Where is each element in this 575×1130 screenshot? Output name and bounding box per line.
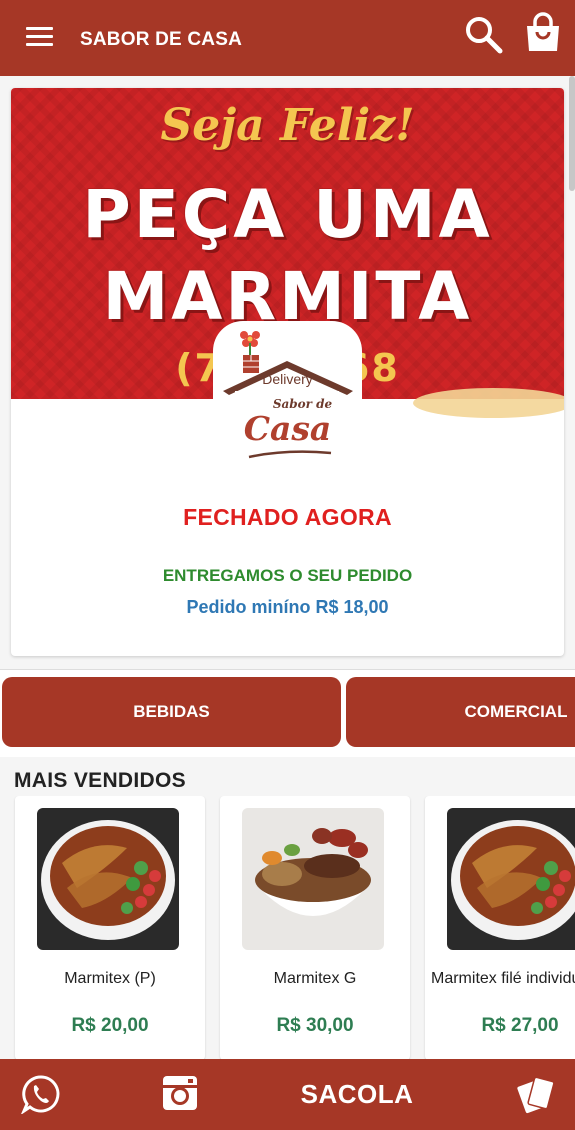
product-price: R$ 20,00: [71, 1015, 149, 1036]
cards-icon[interactable]: [513, 1073, 557, 1115]
shopping-bag-icon[interactable]: [524, 12, 562, 54]
product-card[interactable]: Marmitex filé individual R$ 27,00: [425, 796, 575, 1060]
product-name: Marmitex (P): [64, 970, 156, 987]
sacola-button[interactable]: SACOLA: [290, 1079, 424, 1110]
product-price: R$ 30,00: [276, 1015, 354, 1036]
category-comercial[interactable]: COMERCIAL: [346, 677, 575, 747]
delivery-info: ENTREGAMOS O SEU PEDIDO: [162, 566, 413, 585]
product-image: [447, 808, 575, 950]
category-scroller[interactable]: BEBIDAS COMERCIAL: [0, 669, 575, 757]
store-info-card: Seja Feliz! PEÇA UMA MARMITA (77) 3668 D…: [11, 88, 564, 656]
logo-swoosh-icon: [248, 450, 332, 459]
banner-script-text: Seja Feliz!: [160, 100, 415, 151]
category-bebidas[interactable]: BEBIDAS: [2, 677, 341, 747]
top-app-bar: SABOR DE CASA: [0, 0, 575, 76]
section-title: MAIS VENDIDOS: [14, 769, 186, 792]
banner-headline-1: PEÇA UMA: [82, 176, 493, 253]
hamburger-menu-icon[interactable]: [26, 27, 53, 47]
product-card[interactable]: Marmitex (P) R$ 20,00: [15, 796, 205, 1060]
search-icon[interactable]: [463, 14, 505, 56]
app-title: SABOR DE CASA: [80, 29, 243, 50]
store-logo: Delivery Sabor de Casa: [213, 321, 362, 471]
whatsapp-icon[interactable]: [21, 1074, 61, 1114]
instagram-icon[interactable]: [161, 1074, 199, 1112]
bottom-bar: SACOLA: [0, 1059, 575, 1130]
product-name: Marmitex G: [273, 970, 357, 987]
min-order-info: Pedido miníno R$ 18,00: [186, 597, 389, 617]
product-price: R$ 27,00: [481, 1015, 559, 1036]
store-status: FECHADO AGORA: [183, 504, 392, 530]
banner-glow: [413, 388, 564, 418]
logo-delivery-text: Delivery: [262, 371, 313, 387]
product-image: [37, 808, 179, 950]
product-name: Marmitex filé individual: [431, 970, 575, 987]
product-carousel[interactable]: Marmitex (P) R$ 20,00 Marmitex G R$ 30,0…: [0, 796, 575, 1060]
product-card[interactable]: Marmitex G R$ 30,00: [220, 796, 410, 1060]
product-image: [242, 808, 384, 950]
page-scrollbar[interactable]: [569, 76, 575, 191]
logo-brand-big: Casa: [243, 409, 332, 448]
